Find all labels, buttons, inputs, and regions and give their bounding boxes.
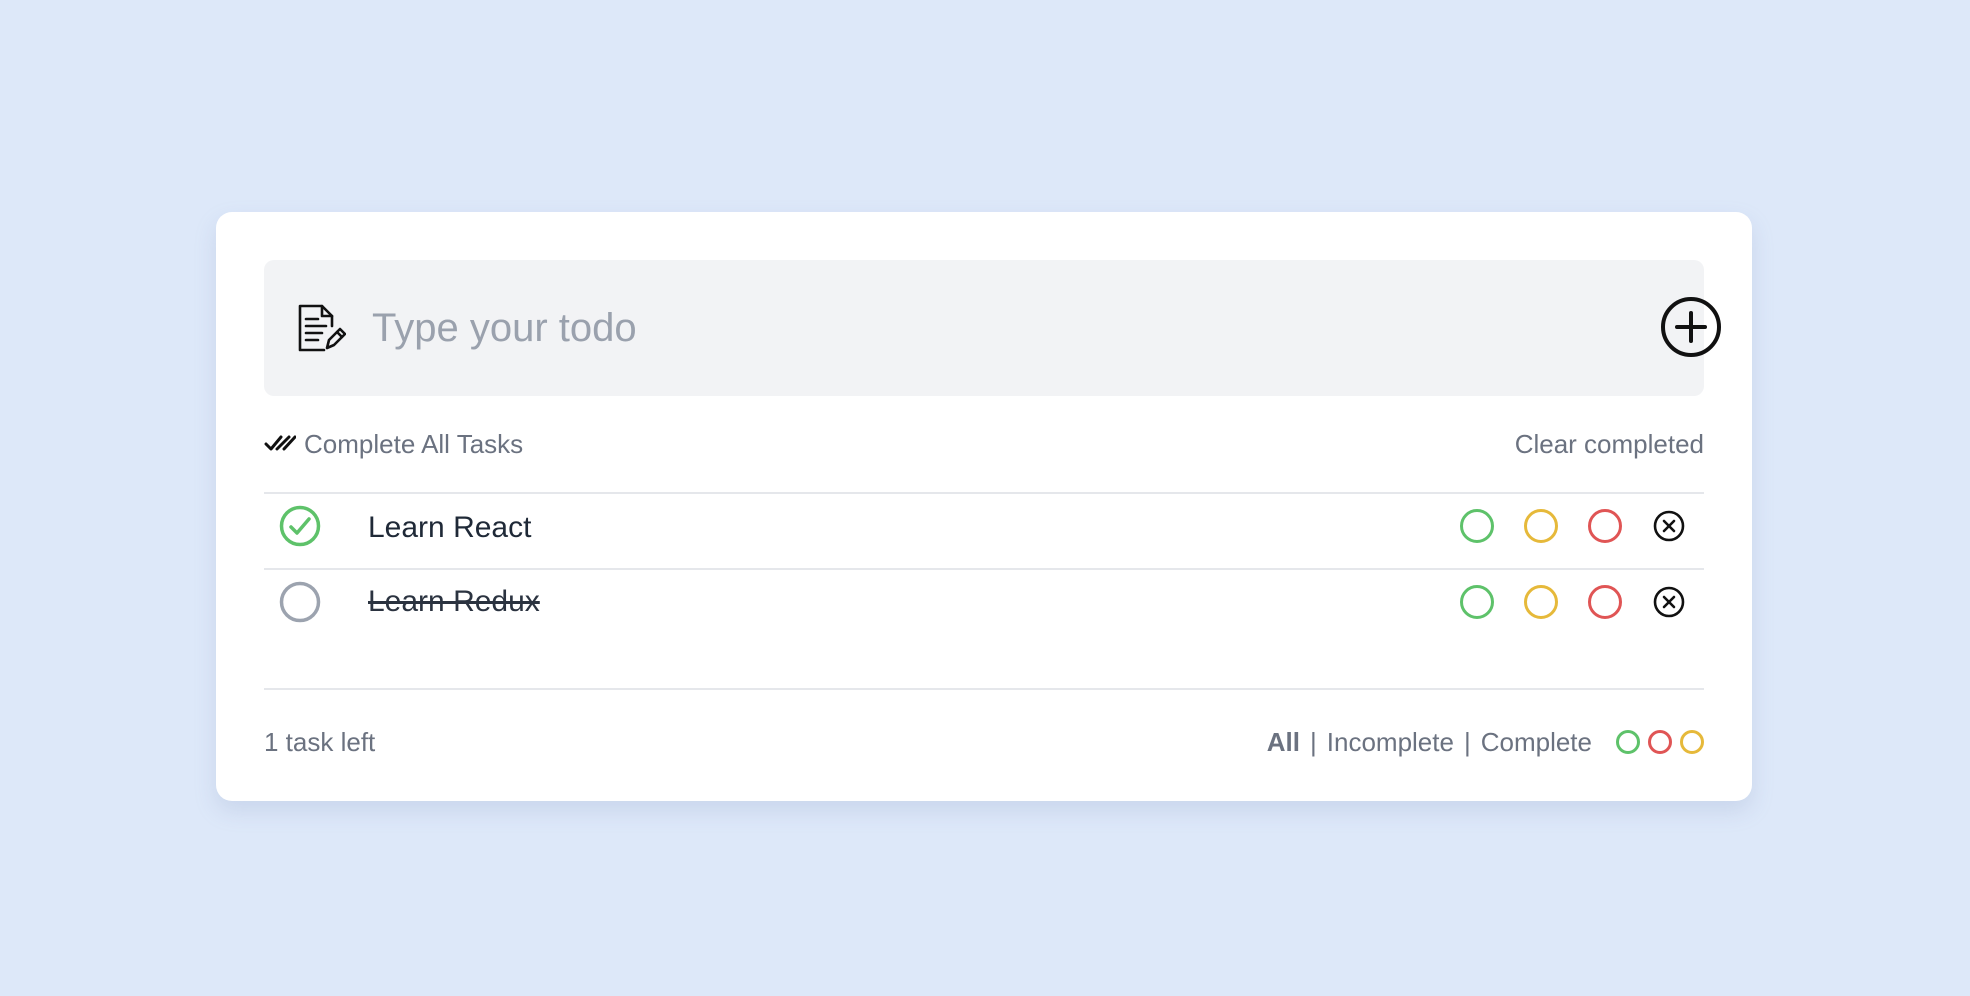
double-check-icon xyxy=(264,435,296,451)
unchecked-circle-icon[interactable] xyxy=(278,580,322,624)
red-color-button[interactable] xyxy=(1588,585,1622,619)
todo-text: Learn React xyxy=(368,511,532,544)
todo-row: Learn React xyxy=(264,494,1704,568)
yellow-color-button[interactable] xyxy=(1524,585,1558,619)
checked-circle-icon[interactable] xyxy=(278,504,322,548)
close-circle-icon[interactable] xyxy=(1652,585,1686,619)
status-filters: All | Incomplete | Complete xyxy=(1267,720,1704,764)
color-filters xyxy=(1616,730,1704,754)
red-color-button[interactable] xyxy=(1588,509,1622,543)
todo-list: Learn React Learn Redux xyxy=(264,494,1704,644)
filter-all[interactable]: All xyxy=(1267,727,1300,758)
green-color-button[interactable] xyxy=(1460,509,1494,543)
filter-incomplete[interactable]: Incomplete xyxy=(1327,727,1454,758)
filter-separator: | xyxy=(1310,726,1317,757)
filter-red-button[interactable] xyxy=(1648,730,1672,754)
todo-toolbar: Complete All Tasks Clear completed xyxy=(264,422,1704,466)
filter-complete[interactable]: Complete xyxy=(1481,727,1592,758)
divider xyxy=(264,688,1704,690)
todo-row: Learn Redux xyxy=(264,568,1704,644)
close-circle-icon[interactable] xyxy=(1652,509,1686,543)
complete-all-label: Complete All Tasks xyxy=(304,428,524,459)
filter-green-button[interactable] xyxy=(1616,730,1640,754)
filter-separator: | xyxy=(1463,726,1471,757)
filter-yellow-button[interactable] xyxy=(1680,730,1704,754)
todo-footer: 1 task left All | Incomplete | Complete xyxy=(264,720,1704,764)
add-todo-button[interactable] xyxy=(1660,296,1722,358)
tasks-left-count: 1 task left xyxy=(264,727,376,757)
todo-input-bar xyxy=(264,260,1721,396)
green-color-button[interactable] xyxy=(1460,585,1494,619)
complete-all-button[interactable]: Complete All Tasks xyxy=(264,422,523,466)
todo-text: Learn Redux xyxy=(368,585,540,618)
yellow-color-button[interactable] xyxy=(1524,509,1558,543)
note-edit-icon xyxy=(298,304,346,352)
todo-input[interactable] xyxy=(372,290,1532,366)
todo-card: Complete All Tasks Clear completed Learn… xyxy=(216,212,1752,801)
clear-completed-button[interactable]: Clear completed xyxy=(1515,422,1704,466)
